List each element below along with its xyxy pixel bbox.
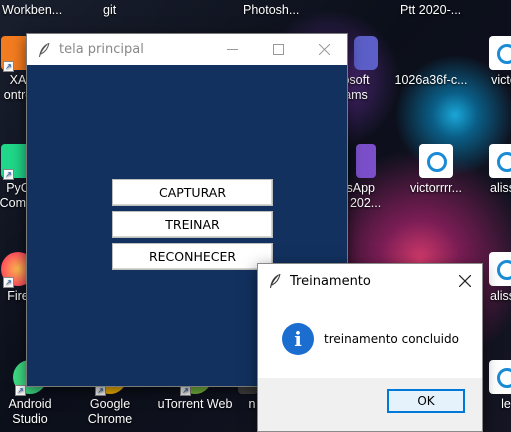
minimize-button[interactable] — [209, 34, 255, 65]
app-blue-icon — [489, 36, 511, 70]
dialog-body: i treinamento concluido — [258, 298, 482, 380]
shortcut-arrow-icon: ↗ — [15, 385, 26, 396]
dialog-close-button[interactable] — [456, 272, 474, 290]
desktop-icon-label: Google — [89, 397, 131, 411]
treinar-button[interactable]: TREINAR — [112, 211, 273, 238]
app-blue-icon — [489, 360, 511, 394]
desktop-icon-alisso[interactable]: alisso — [470, 144, 511, 196]
desktop-icon-victorrrr[interactable]: victorrrr... — [400, 144, 472, 196]
ok-button[interactable]: OK — [387, 389, 465, 413]
desktop-icon-label: Studio — [12, 412, 48, 426]
desktop-icon-victor[interactable]: victor — [470, 36, 511, 88]
shortcut-arrow-icon: ↗ — [3, 61, 14, 72]
desktop-label-git[interactable]: git — [103, 3, 116, 17]
desktop-icon-label: victor — [491, 73, 511, 87]
dialog-titlebar[interactable]: Treinamento — [258, 264, 482, 298]
desktop-icon-label: Android — [8, 397, 52, 411]
dialog-footer: OK — [258, 378, 482, 431]
app-blue-icon — [489, 144, 511, 178]
desktop-icon-label: alisso — [490, 289, 511, 303]
main-window-title: tela principal — [59, 42, 144, 57]
desktop-icon-label: Chrome — [87, 412, 133, 426]
minimize-icon — [226, 49, 238, 50]
shortcut-arrow-icon: ↗ — [3, 169, 14, 180]
dialog-title: Treinamento — [290, 273, 371, 289]
desktop-icon-label: victorrrr... — [409, 181, 463, 195]
desktop-label-workbench[interactable]: Workben... — [2, 3, 62, 17]
close-icon — [318, 44, 330, 55]
folder-icon — [414, 36, 448, 70]
maximize-icon — [272, 44, 284, 55]
shortcut-arrow-icon: ↗ — [3, 277, 14, 288]
desktop-icon-label: 1026a36f-c... — [394, 73, 468, 87]
app-blue-icon — [419, 144, 453, 178]
feather-icon — [36, 42, 52, 58]
close-icon — [459, 275, 471, 287]
app-blue-icon — [489, 252, 511, 286]
desktop-icon-label: alisso — [490, 181, 511, 195]
teams-icon — [354, 36, 378, 70]
info-icon: i — [282, 323, 314, 355]
main-window-titlebar[interactable]: tela principal — [27, 34, 347, 65]
feather-icon — [267, 273, 283, 289]
whatsapp-icon — [356, 144, 376, 178]
desktop-icon-label: XA — [9, 73, 27, 87]
dialog-message: treinamento concluido — [324, 332, 459, 346]
desktop-icon-folder[interactable]: 1026a36f-c... — [393, 36, 469, 88]
close-button[interactable] — [301, 34, 347, 65]
capturar-button[interactable]: CAPTURAR — [112, 179, 273, 206]
window-controls — [209, 34, 347, 65]
reconhecer-button[interactable]: RECONHECER — [112, 243, 273, 270]
desktop-icon-label: le — [501, 397, 511, 411]
desktop-label-photoshop[interactable]: Photosh... — [243, 3, 299, 17]
desktop-label-ptt[interactable]: Ptt 2020-... — [400, 3, 461, 17]
maximize-button[interactable] — [255, 34, 301, 65]
desktop-icon-label: n — [248, 397, 256, 411]
info-dialog[interactable]: Treinamento i treinamento concluido OK — [257, 263, 483, 432]
